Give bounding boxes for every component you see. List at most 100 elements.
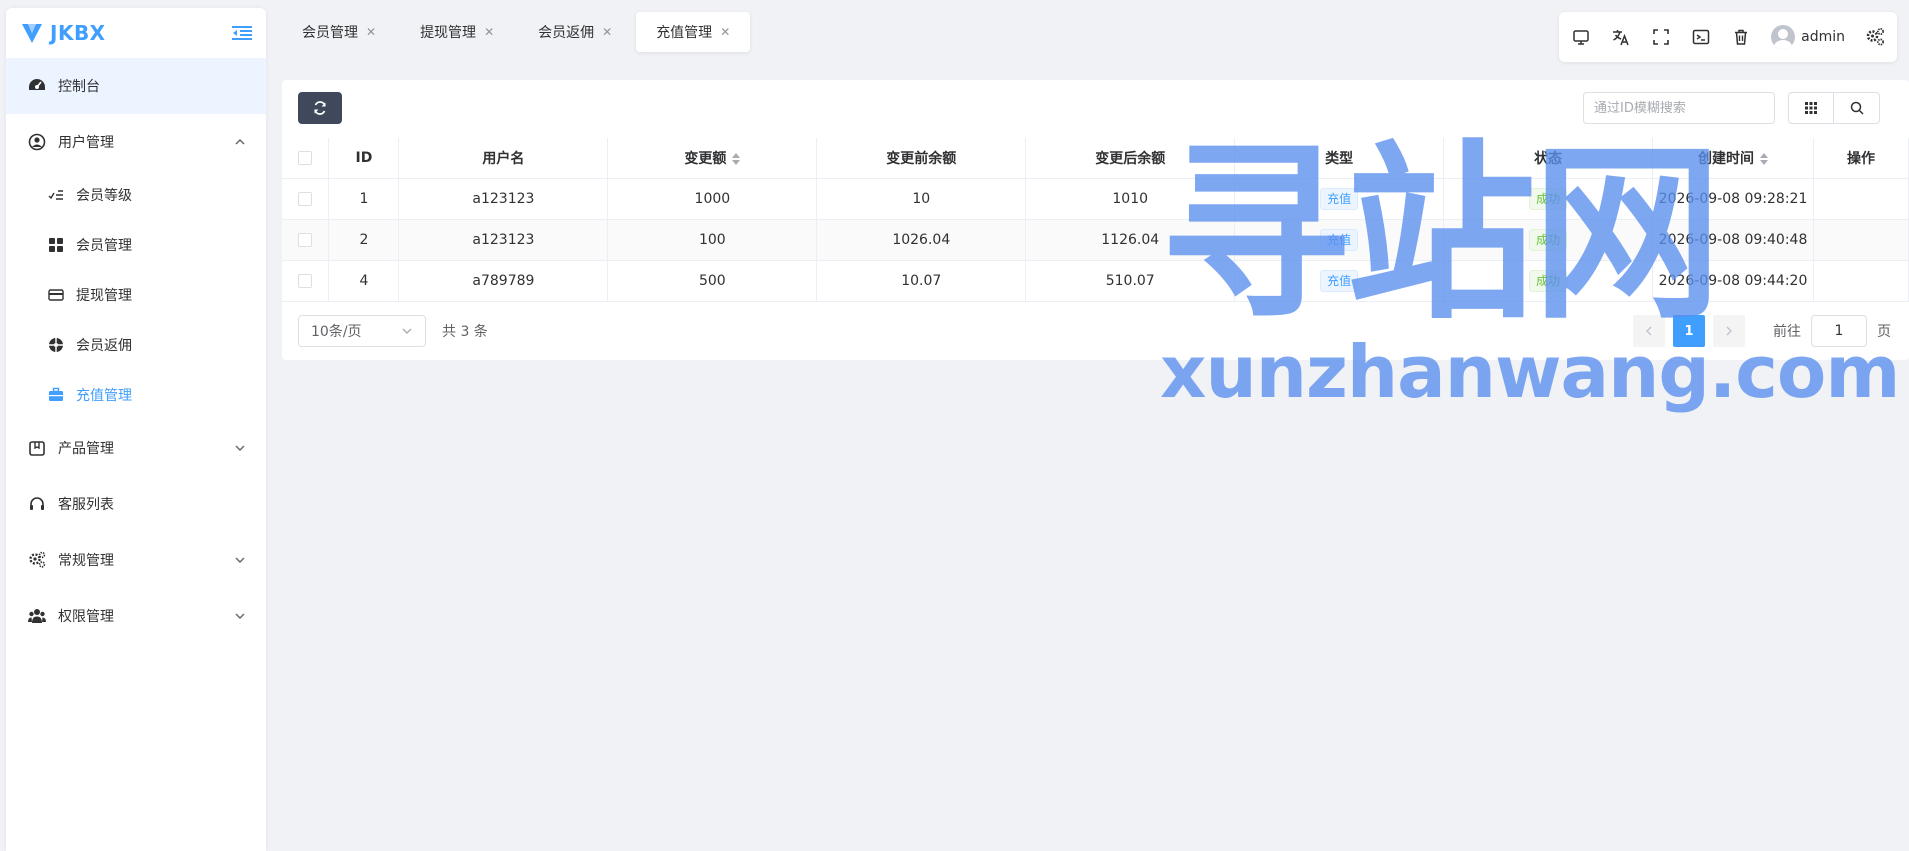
pagination-total: 共 3 条	[442, 324, 488, 340]
chevron-down-icon	[235, 613, 245, 619]
row-select-cell[interactable]	[282, 178, 330, 220]
next-page-button[interactable]	[1713, 315, 1745, 347]
grid-icon	[49, 238, 63, 252]
user-menu[interactable]: admin	[1771, 25, 1845, 49]
sidebar-item-permission-management[interactable]: 权限管理	[6, 588, 266, 644]
search-input[interactable]	[1583, 92, 1775, 124]
cell-created: 2026-09-08 09:28:21	[1652, 178, 1814, 220]
status-badge: 成功	[1529, 187, 1568, 210]
monitor-icon[interactable]	[1571, 27, 1591, 47]
chevron-right-icon	[1726, 326, 1732, 336]
sidebar-subitem-label: 会员返佣	[76, 338, 132, 354]
row-checkbox[interactable]	[298, 191, 313, 206]
cell-id: 4	[328, 260, 400, 302]
tab-withdrawal-management[interactable]: 提现管理 ✕	[400, 12, 514, 52]
page-size-select[interactable]: 10条/页	[298, 315, 426, 347]
page-number-current[interactable]: 1	[1673, 315, 1705, 347]
chevron-up-icon	[235, 139, 245, 145]
header-created[interactable]: 创建时间	[1652, 138, 1814, 179]
fullscreen-icon[interactable]	[1651, 27, 1671, 47]
sidebar-item-label: 产品管理	[58, 441, 114, 457]
brand-name: JKBX	[50, 21, 106, 45]
recharge-table-panel: ID 用户名 变更额 变更前余额 变更后余额 类型 状态 创建时间 操作 1 a…	[282, 80, 1909, 360]
settings-cogs-icon[interactable]	[1865, 27, 1885, 47]
row-checkbox[interactable]	[298, 232, 313, 247]
refresh-button[interactable]	[298, 92, 342, 124]
sidebar-subitem-recharge[interactable]: 充值管理	[6, 370, 266, 420]
close-icon[interactable]: ✕	[366, 25, 376, 39]
grid-dots-icon	[1805, 102, 1817, 114]
sort-icon[interactable]	[732, 152, 741, 165]
sort-icon[interactable]	[1760, 152, 1768, 165]
sidebar-item-general-management[interactable]: 常规管理	[6, 532, 266, 588]
header-label: 创建时间	[1698, 150, 1754, 167]
header-type: 类型	[1234, 138, 1445, 179]
avatar	[1771, 25, 1796, 49]
cell-id: 2	[328, 219, 400, 261]
sidebar-subitem-member-level[interactable]: 会员等级	[6, 170, 266, 220]
users-icon	[28, 609, 46, 623]
type-tag: 充值	[1320, 228, 1359, 251]
cell-status: 成功	[1443, 178, 1654, 220]
credit-card-icon	[48, 289, 64, 301]
cell-amount: 500	[607, 260, 818, 302]
tab-member-management[interactable]: 会员管理 ✕	[282, 12, 396, 52]
cell-id: 1	[328, 178, 400, 220]
sidebar: JKBX 控制台 用户管理 会员等级 会员管理 提现管理 会员返佣 充值管理 产…	[6, 8, 266, 851]
cell-actions	[1813, 178, 1909, 220]
header-label: 变更额	[684, 150, 727, 167]
table-header-row: ID 用户名 变更额 变更前余额 变更后余额 类型 状态 创建时间 操作	[282, 138, 1909, 179]
chevron-left-icon	[1646, 326, 1652, 336]
recharge-table: ID 用户名 变更额 变更前余额 变更后余额 类型 状态 创建时间 操作 1 a…	[282, 138, 1909, 302]
sidebar-subitem-rebate[interactable]: 会员返佣	[6, 320, 266, 370]
select-all-checkbox[interactable]	[298, 150, 313, 165]
chevron-down-icon	[235, 557, 245, 563]
brand[interactable]: JKBX	[20, 21, 106, 45]
header-username: 用户名	[398, 138, 609, 179]
sidebar-subitem-withdrawal[interactable]: 提现管理	[6, 270, 266, 320]
row-select-cell[interactable]	[282, 260, 330, 302]
search-icon	[1850, 101, 1864, 115]
prev-page-button[interactable]	[1633, 315, 1665, 347]
sidebar-subitem-label: 充值管理	[76, 388, 132, 404]
row-checkbox[interactable]	[298, 273, 313, 288]
search-button[interactable]	[1834, 92, 1880, 124]
sidebar-subitem-member-management[interactable]: 会员管理	[6, 220, 266, 270]
cell-amount: 100	[607, 219, 818, 261]
row-select-cell[interactable]	[282, 219, 330, 261]
sidebar-item-label: 权限管理	[58, 609, 114, 625]
sidebar-item-dashboard[interactable]: 控制台	[6, 58, 266, 114]
table-tools	[1788, 92, 1880, 124]
tab-recharge-management[interactable]: 充值管理 ✕	[636, 12, 751, 52]
sidebar-item-product-management[interactable]: 产品管理	[6, 420, 266, 476]
dashboard-icon	[29, 79, 45, 90]
refresh-icon	[314, 101, 326, 115]
column-settings-button[interactable]	[1788, 92, 1834, 124]
close-icon[interactable]: ✕	[720, 25, 730, 39]
cell-before: 1026.04	[816, 219, 1027, 261]
goto-page-input[interactable]	[1811, 315, 1867, 347]
cell-actions	[1813, 219, 1909, 261]
username: admin	[1801, 29, 1845, 45]
aperture-icon	[49, 338, 63, 352]
select-all-cell[interactable]	[282, 138, 330, 179]
trash-icon[interactable]	[1731, 27, 1751, 47]
collapse-menu-icon[interactable]	[232, 25, 252, 41]
cell-status: 成功	[1443, 219, 1654, 261]
header-before: 变更前余额	[816, 138, 1027, 179]
header-amount[interactable]: 变更额	[607, 138, 818, 179]
translate-icon[interactable]	[1611, 27, 1631, 47]
pagination-right: 1 前往 页	[1633, 315, 1891, 347]
header-actions: 操作	[1813, 138, 1909, 179]
cell-after: 1126.04	[1025, 219, 1236, 261]
sidebar-item-user-management[interactable]: 用户管理	[6, 114, 266, 170]
tab-member-rebate[interactable]: 会员返佣 ✕	[518, 12, 632, 52]
cell-after: 1010	[1025, 178, 1236, 220]
sidebar-item-customer-service[interactable]: 客服列表	[6, 476, 266, 532]
terminal-icon[interactable]	[1691, 27, 1711, 47]
cell-username: a123123	[398, 219, 609, 261]
close-icon[interactable]: ✕	[484, 25, 494, 39]
header-after: 变更后余额	[1025, 138, 1236, 179]
close-icon[interactable]: ✕	[602, 25, 612, 39]
type-tag: 充值	[1320, 269, 1359, 292]
